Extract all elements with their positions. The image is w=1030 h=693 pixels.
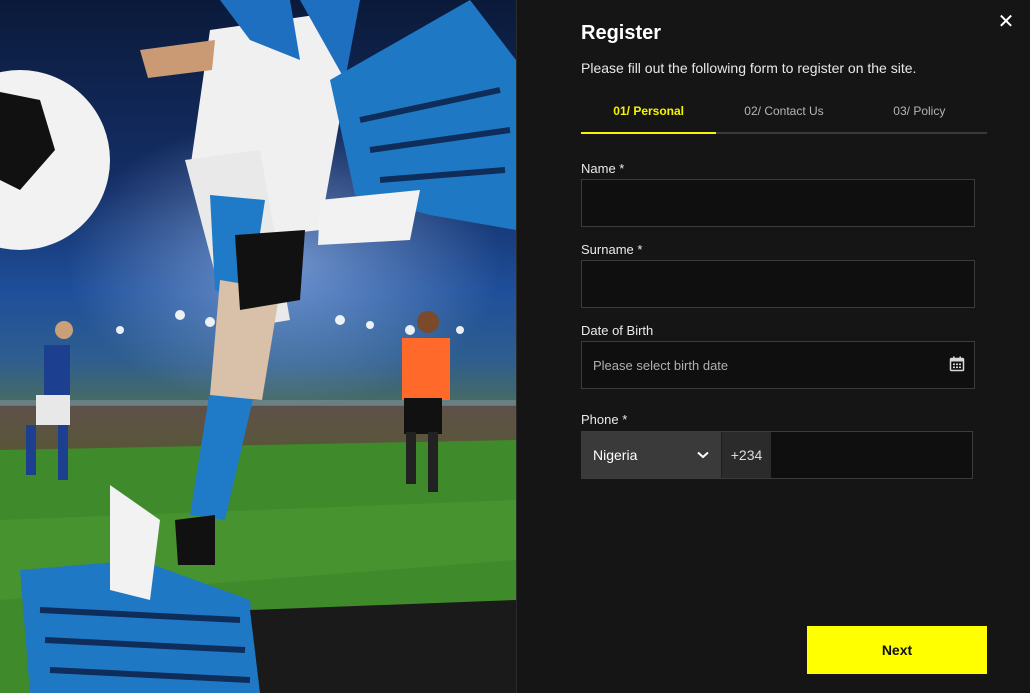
name-label: Name * [581,161,625,176]
tab-personal[interactable]: 01/ Personal [581,98,717,134]
surname-label: Surname * [581,242,643,257]
phone-number-input[interactable] [771,432,972,478]
country-select-value: Nigeria [593,447,638,463]
football-stadium-image [0,0,516,693]
register-panel: ✕ Register Please fill out the following… [517,0,1030,693]
dob-field[interactable] [581,341,975,389]
tab-policy[interactable]: 03/ Policy [852,98,987,132]
phone-field-group: Nigeria +234 [581,431,973,479]
dialog-title: Register [581,22,662,44]
dialog-subtitle: Please fill out the following form to re… [581,60,917,76]
dial-code: +234 [721,432,771,478]
name-field[interactable] [581,179,975,227]
dob-label: Date of Birth [581,323,654,338]
calendar-icon[interactable] [949,356,965,372]
step-tabs: 01/ Personal 02/ Contact Us 03/ Policy [581,98,987,134]
close-icon[interactable]: ✕ [996,12,1016,32]
chevron-down-icon [697,451,709,459]
surname-field[interactable] [581,260,975,308]
phone-label: Phone * [581,412,628,427]
hero-image [0,0,516,693]
country-select[interactable]: Nigeria [582,432,722,478]
tab-contact-us[interactable]: 02/ Contact Us [716,98,851,132]
next-button[interactable]: Next [807,626,987,674]
